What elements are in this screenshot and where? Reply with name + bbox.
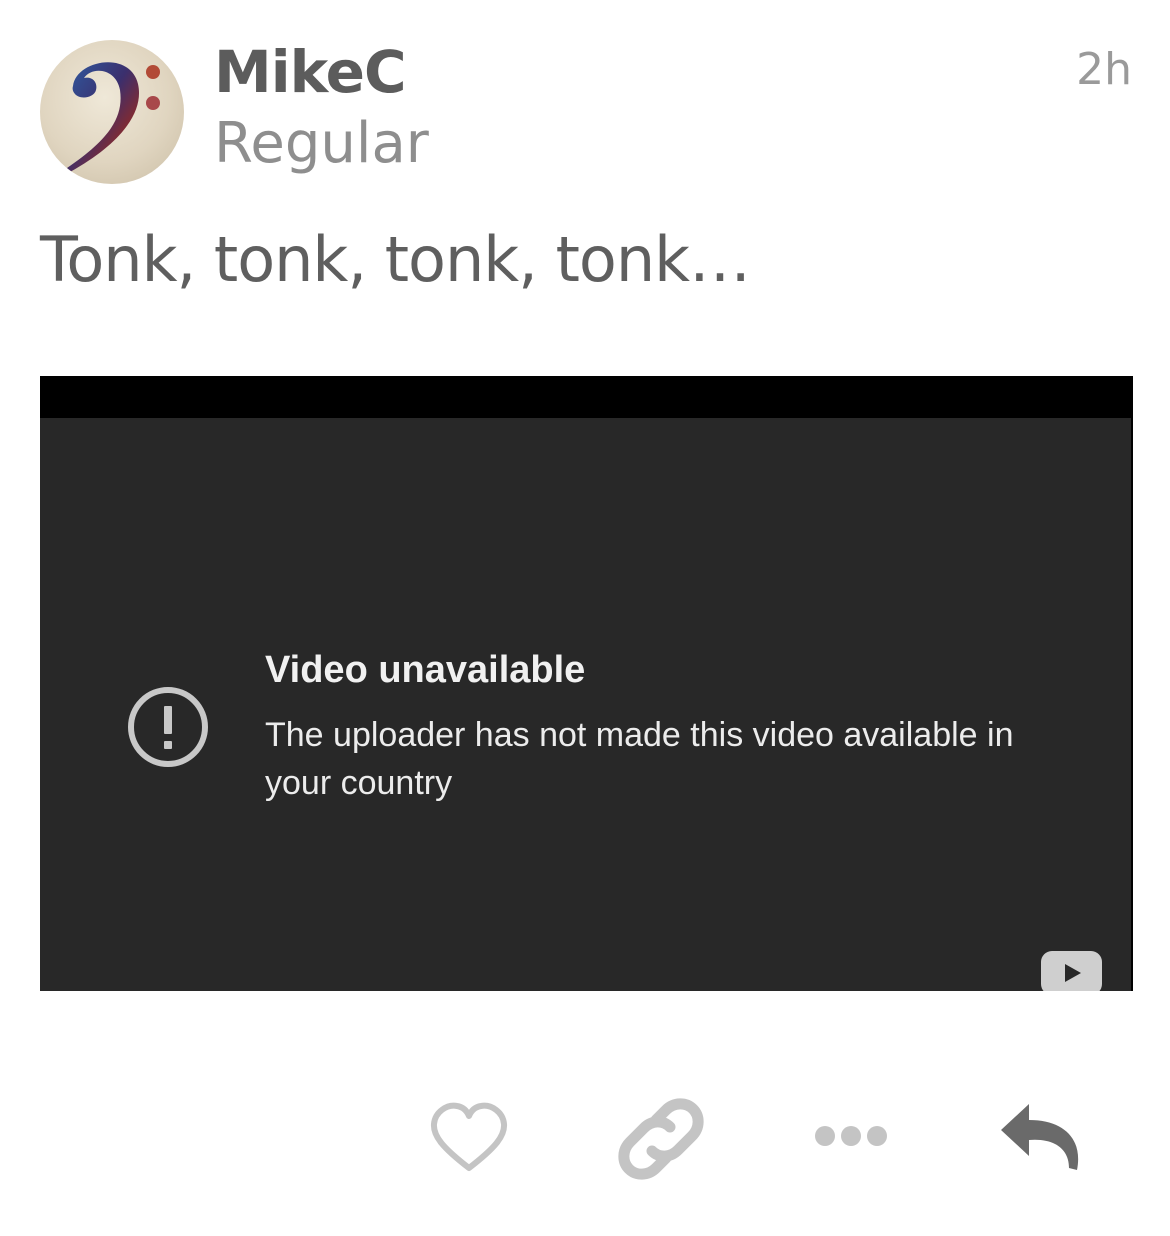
post-body: Tonk, tonk, tonk, tonk… <box>40 223 751 296</box>
video-error-message: The uploader has not made this video ava… <box>265 716 1014 802</box>
alert-circle-icon <box>128 687 208 767</box>
post-timestamp[interactable]: 2h <box>1076 44 1132 96</box>
video-edge <box>1131 376 1133 991</box>
more-options-button[interactable] <box>801 1090 901 1190</box>
video-top-bar <box>40 376 1133 418</box>
reply-arrow-icon <box>1001 1104 1079 1170</box>
like-button[interactable] <box>419 1090 519 1190</box>
author-title: Regular <box>214 111 429 176</box>
video-embed[interactable]: Video unavailable The uploader has not m… <box>40 376 1133 991</box>
link-icon <box>618 1098 704 1180</box>
heart-icon <box>430 1102 508 1171</box>
share-link-button[interactable] <box>611 1090 711 1190</box>
reply-button[interactable] <box>993 1090 1093 1190</box>
bass-clef-icon <box>67 62 160 172</box>
video-error-title: Video unavailable <box>265 649 586 691</box>
author-username[interactable]: MikeC <box>214 40 407 104</box>
avatar[interactable] <box>40 40 184 184</box>
youtube-logo-icon[interactable] <box>1041 951 1102 991</box>
ellipsis-icon <box>815 1126 887 1146</box>
post-actions <box>0 1090 1170 1190</box>
